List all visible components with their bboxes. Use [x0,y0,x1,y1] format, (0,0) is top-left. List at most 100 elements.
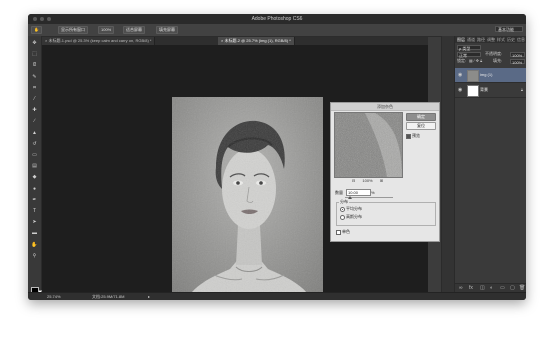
tab-label: 未标题-2 @ 25.7% (img (1), RGB/8) * [224,38,291,43]
layer-style-icon[interactable]: fx [469,285,473,291]
gaussian-radio[interactable] [340,215,345,220]
healing-tool-icon[interactable]: ✚ [31,107,38,113]
pen-tool-icon[interactable]: ✒ [31,197,38,203]
hand-tool-options-icon[interactable]: ✋ [31,26,42,34]
new-group-icon[interactable]: ▭ [500,285,505,291]
zoom-in-icon[interactable]: ⊞ [380,178,383,183]
blend-mode-select[interactable]: 正常 [457,52,481,58]
amount-label: 数量 [335,190,343,195]
option-button-all-windows[interactable]: 显示所有窗口 [58,26,88,34]
tab-history[interactable]: 历史 [507,36,515,43]
collapsed-panel-column [441,36,454,292]
eraser-tool-icon[interactable]: ▭ [31,152,38,158]
status-menu-arrow-icon[interactable]: ▸ [148,294,150,299]
layer-row-background[interactable]: ◉ 背景 🔒︎ [455,83,526,98]
move-tool-icon[interactable]: ✥ [31,40,38,46]
add-noise-dialog: 添加杂色 确定 复位 预览 ⊟ 100% ⊞ 数量 10.00 % 分布 平均分… [330,102,440,242]
option-button-100[interactable]: 100% [98,26,115,34]
layer-thumbnail [467,70,479,82]
stamp-tool-icon[interactable]: ▲ [31,130,38,136]
tab-info[interactable]: 信息 [517,36,525,43]
layer-filter-kind[interactable]: ρ 类型 [457,45,481,51]
layer-name: img (1) [480,72,493,77]
app-title: Adobe Photoshop CS6 [251,16,303,22]
reset-button[interactable]: 复位 [406,122,436,130]
panel-tabs: 图层 通道 路径 调整 样式 历史 信息 [455,36,526,43]
brush-tool-icon[interactable]: ∕ [31,118,38,124]
layer-name: 背景 [480,87,488,92]
amount-input[interactable]: 10.00 [346,189,371,196]
workspace-select[interactable]: 基本功能 [495,26,523,32]
photoshop-window: Adobe Photoshop CS6 ✋ 显示所有窗口 100% 适合屏幕 填… [28,14,526,300]
noise-preview[interactable] [334,112,403,178]
tab-adjustments[interactable]: 调整 [487,36,495,43]
status-zoom[interactable]: 25.74% [47,294,61,299]
tab-channels[interactable]: 通道 [467,36,475,43]
option-button-fit-screen[interactable]: 适合屏幕 [123,26,145,34]
lasso-tool-icon[interactable]: ᘓ [31,62,38,68]
lock-options-icon[interactable]: ▦ ∕ ✥ 🔒︎ [469,58,482,64]
layer-row-img[interactable]: ◉ img (1) [455,68,526,83]
tab-styles[interactable]: 样式 [497,36,505,43]
tab-paths[interactable]: 路径 [477,36,485,43]
eye-icon[interactable]: ◉ [458,72,462,78]
layer-thumbnail [467,85,479,97]
preview-zoom: ⊟ 100% ⊞ [334,178,401,183]
history-brush-tool-icon[interactable]: ↺ [31,141,38,147]
amount-unit: % [371,190,375,195]
type-tool-icon[interactable]: T [31,208,38,214]
status-bar: 25.74% 文档:25.9M/71.8M ▸ [28,292,526,300]
opacity-label: 不透明度: [485,51,503,56]
tab-document-2[interactable]: × 未标题-2 @ 25.7% (img (1), RGB/8) * [218,37,295,45]
path-select-tool-icon[interactable]: ➤ [31,219,38,225]
shape-tool-icon[interactable]: ▬ [31,230,38,236]
opacity-input[interactable]: 100% [510,52,525,58]
quick-select-tool-icon[interactable]: ✎ [31,74,38,80]
gradient-tool-icon[interactable]: ▤ [31,163,38,169]
crop-tool-icon[interactable]: ⌗ [31,85,38,91]
tab-close-icon[interactable]: × [221,38,223,43]
eyedropper-tool-icon[interactable]: ⁄ [31,96,38,102]
portrait-illustration [172,97,323,300]
tab-close-icon[interactable]: × [45,38,47,43]
lock-label: 锁定: [457,58,467,63]
eye-icon[interactable]: ◉ [458,87,462,93]
add-mask-icon[interactable]: ◫ [480,285,485,291]
adjustment-layer-icon[interactable]: ◐ [490,285,493,291]
fill-label: 填充: [493,58,503,63]
layers-panel: 图层 通道 路径 调整 样式 历史 信息 ρ 类型 正常 不透明度: 100% … [454,36,526,292]
new-layer-icon[interactable]: ▢ [510,285,515,291]
tab-document-1[interactable]: × 未标题-1.psd @ 25.3% (keep calm and carry… [42,37,156,45]
zoom-level: 100% [362,178,373,183]
trash-icon[interactable]: 🗑︎ [519,285,525,291]
amount-slider[interactable] [345,197,393,198]
preview-checkbox[interactable] [406,134,411,139]
gaussian-label: 高斯分布 [346,214,362,219]
hand-tool-icon[interactable]: ✋ [31,242,38,248]
tab-layers[interactable]: 图层 [457,36,465,43]
monochrome-label: 单色 [342,229,350,234]
lock-icon: 🔒︎ [520,87,523,92]
monochrome-checkbox[interactable] [336,230,341,235]
link-layers-icon[interactable]: ∞ [459,285,463,291]
ok-button[interactable]: 确定 [406,113,436,121]
status-doc-size: 文档:25.9M/71.8M [92,294,125,299]
layers-panel-footer: ∞ fx ◫ ◐ ▭ ▢ 🗑︎ [455,283,526,292]
fill-input[interactable]: 100% [510,59,525,65]
zoom-out-icon[interactable]: ⊟ [352,178,355,183]
zoom-tool-icon[interactable]: ⚲ [31,253,38,259]
blur-tool-icon[interactable]: ◆ [31,174,38,180]
dialog-title: 添加杂色 [331,103,439,111]
marquee-tool-icon[interactable]: ⬚ [31,51,38,57]
option-button-fill-screen[interactable]: 填充屏幕 [156,26,178,34]
portrait-image[interactable] [172,97,323,300]
noise-preview-image [335,113,402,177]
uniform-radio[interactable] [340,207,345,212]
uniform-label: 平均分布 [346,206,362,211]
tools-panel: ✥ ⬚ ᘓ ✎ ⌗ ⁄ ✚ ∕ ▲ ↺ ▭ ▤ ◆ ● ✒ T ➤ ▬ ✋ ⚲ [28,36,42,298]
document-tabs: × 未标题-1.psd @ 25.3% (keep calm and carry… [42,37,428,45]
dodge-tool-icon[interactable]: ● [31,186,38,192]
title-bar: Adobe Photoshop CS6 [28,14,526,24]
preview-label: 预览 [412,133,420,138]
distribution-label: 分布 [339,199,349,205]
